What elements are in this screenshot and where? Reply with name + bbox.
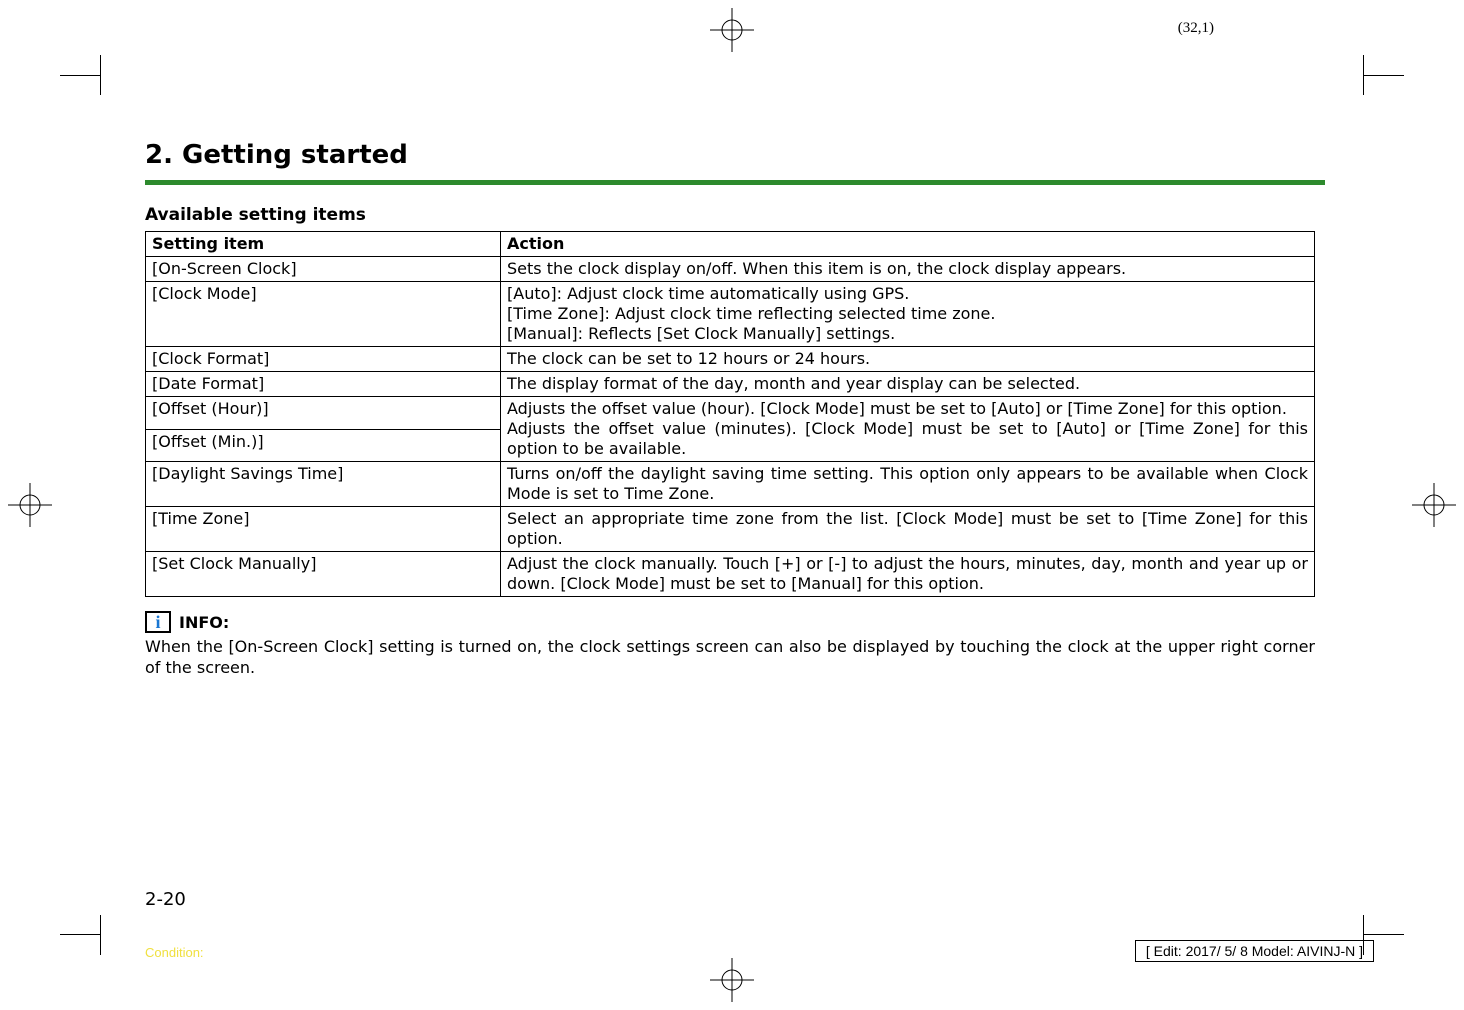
setting-item: [Offset (Hour)] xyxy=(146,397,501,430)
setting-item: [Clock Format] xyxy=(146,347,501,372)
setting-action: Adjust the clock manually. Touch [+] or … xyxy=(501,552,1315,597)
info-text: When the [On-Screen Clock] setting is tu… xyxy=(145,637,1315,679)
setting-item: [Time Zone] xyxy=(146,507,501,552)
table-row: [Clock Mode] [Auto]: Adjust clock time a… xyxy=(146,282,1315,347)
subheading: Available setting items xyxy=(145,205,1315,225)
page-content: 2. Getting started Available setting ite… xyxy=(145,140,1315,679)
table-row: [On-Screen Clock] Sets the clock display… xyxy=(146,257,1315,282)
setting-action: Adjusts the offset value (hour). [Clock … xyxy=(501,397,1315,462)
registration-mark-bottom xyxy=(710,958,754,1002)
crop-mark xyxy=(1364,934,1404,935)
setting-action: Select an appropriate time zone from the… xyxy=(501,507,1315,552)
condition-label: Condition: xyxy=(145,945,204,960)
table-header-row: Setting item Action xyxy=(146,232,1315,257)
page-coordinate: (32,1) xyxy=(1178,20,1214,37)
setting-action: Turns on/off the daylight saving time se… xyxy=(501,462,1315,507)
accent-bar xyxy=(145,180,1325,185)
registration-mark-left xyxy=(8,483,52,527)
crop-mark xyxy=(60,934,100,935)
section-title: 2. Getting started xyxy=(145,140,1315,170)
table-header: Action xyxy=(501,232,1315,257)
table-row: [Set Clock Manually] Adjust the clock ma… xyxy=(146,552,1315,597)
table-row: [Clock Format] The clock can be set to 1… xyxy=(146,347,1315,372)
setting-item: [Set Clock Manually] xyxy=(146,552,501,597)
setting-item: [Offset (Min.)] xyxy=(146,429,501,462)
setting-action: [Auto]: Adjust clock time automatically … xyxy=(501,282,1315,347)
setting-action: The display format of the day, month and… xyxy=(501,372,1315,397)
setting-action: Sets the clock display on/off. When this… xyxy=(501,257,1315,282)
crop-mark xyxy=(60,75,100,76)
setting-item: [Daylight Savings Time] xyxy=(146,462,501,507)
settings-table: Setting item Action [On-Screen Clock] Se… xyxy=(145,231,1315,597)
info-label: INFO: xyxy=(179,613,229,632)
crop-mark xyxy=(1363,55,1364,95)
page-number: 2-20 xyxy=(145,889,186,910)
table-header: Setting item xyxy=(146,232,501,257)
table-row: [Date Format] The display format of the … xyxy=(146,372,1315,397)
crop-mark xyxy=(100,915,101,955)
setting-item: [Clock Mode] xyxy=(146,282,501,347)
crop-mark xyxy=(1364,75,1404,76)
table-row: [Daylight Savings Time] Turns on/off the… xyxy=(146,462,1315,507)
setting-item: [On-Screen Clock] xyxy=(146,257,501,282)
registration-mark-right xyxy=(1412,483,1456,527)
edit-info-box: [ Edit: 2017/ 5/ 8 Model: AIVINJ-N ] xyxy=(1135,940,1374,962)
setting-action: The clock can be set to 12 hours or 24 h… xyxy=(501,347,1315,372)
crop-mark xyxy=(100,55,101,95)
table-row: [Time Zone] Select an appropriate time z… xyxy=(146,507,1315,552)
registration-mark-top xyxy=(710,8,754,52)
table-row: [Offset (Hour)] Adjusts the offset value… xyxy=(146,397,1315,430)
info-icon: i xyxy=(145,611,171,633)
info-heading: i INFO: xyxy=(145,611,1315,633)
setting-item: [Date Format] xyxy=(146,372,501,397)
